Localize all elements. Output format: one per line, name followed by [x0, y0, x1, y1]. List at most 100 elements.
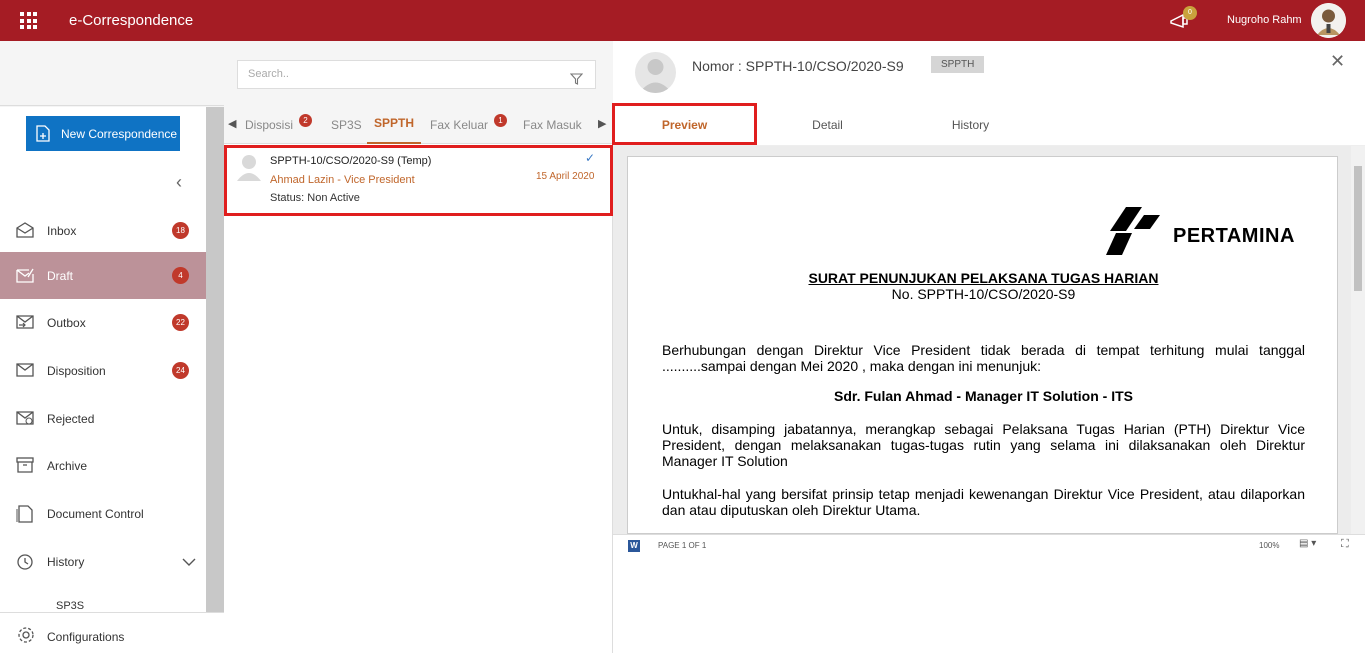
viewer-footer: W PAGE 1 OF 1 100% ▤ ▾ ⛶: [613, 534, 1365, 556]
zoom-level[interactable]: 100%: [1259, 541, 1279, 550]
tab-label: SP3S: [331, 118, 362, 132]
tab-detail[interactable]: Detail: [756, 104, 899, 144]
sidebar-item-document-control[interactable]: Document Control: [0, 490, 206, 537]
draft-count-badge: 4: [172, 267, 189, 284]
draft-icon: [16, 267, 34, 283]
archive-icon: [16, 457, 34, 473]
user-avatar[interactable]: [1311, 3, 1346, 38]
document-viewer[interactable]: PERTAMINA SURAT PENUNJUKAN PELAKSANA TUG…: [613, 146, 1365, 534]
sidebar-item-draft[interactable]: Draft 4: [0, 252, 206, 299]
item-title: SPPTH-10/CSO/2020-S9 (Temp): [270, 155, 432, 167]
outbox-count-badge: 22: [172, 314, 189, 331]
tab-disposisi[interactable]: Disposisi 2: [245, 104, 313, 144]
close-icon[interactable]: ✕: [1330, 51, 1345, 72]
detail-title: Nomor : SPPTH-10/CSO/2020-S9: [692, 58, 904, 74]
tab-sp3s[interactable]: SP3S: [331, 104, 362, 144]
sidebar-nav: New Correspondence ‹ Inbox 18 Draft 4 Ou…: [0, 107, 206, 653]
document-control-icon: [16, 505, 34, 523]
outbox-icon: [16, 314, 34, 330]
sidebar-item-label: History: [47, 554, 85, 569]
tab-label: Fax Keluar: [430, 118, 489, 132]
category-tabs: ◀ Disposisi 2 SP3S SPPTH Fax Keluar 1 Fax …: [224, 104, 613, 144]
view-mode-icon[interactable]: ▤ ▾: [1299, 538, 1316, 549]
viewer-scroll-thumb[interactable]: [1354, 166, 1362, 291]
item-status: Status: Non Active: [270, 192, 360, 204]
top-bar: e-Correspondence 0 Nugroho Rahm: [0, 0, 1365, 41]
configurations-label: Configurations: [47, 630, 125, 644]
sidebar-item-configurations[interactable]: Configurations: [0, 612, 224, 653]
document-page: PERTAMINA SURAT PENUNJUKAN PELAKSANA TUG…: [627, 156, 1338, 534]
sidebar: New Correspondence ‹ Inbox 18 Draft 4 Ou…: [0, 41, 224, 653]
tab-sppth[interactable]: SPPTH: [367, 104, 421, 144]
sidebar-item-label: Disposition: [47, 363, 106, 378]
user-name[interactable]: Nugroho Rahm: [1227, 14, 1302, 26]
new-correspondence-label: New Correspondence: [61, 126, 178, 141]
word-document-icon: W: [628, 540, 640, 552]
sidebar-item-label: Archive: [47, 458, 88, 473]
sidebar-subitem-sp3s[interactable]: SP3S: [56, 600, 84, 612]
sidebar-item-outbox[interactable]: Outbox 22: [0, 299, 206, 346]
document-number: No. SPPTH-10/CSO/2020-S9: [891, 286, 1076, 302]
tabs-scroll-left-icon[interactable]: ◀: [228, 117, 236, 130]
tab-fax-masuk[interactable]: Fax Masuk: [523, 104, 582, 144]
sidebar-item-label: Outbox: [47, 315, 86, 330]
logo-text: PERTAMINA: [1173, 225, 1295, 247]
detail-header: Nomor : SPPTH-10/CSO/2020-S9 SPPTH ✕: [613, 41, 1365, 104]
document-paragraph: Untuk, disamping jabatannya, merangkap s…: [662, 421, 1305, 469]
gear-icon: [17, 626, 35, 647]
app-title: e-Correspondence: [69, 12, 194, 29]
document-paragraph: Berhubungan dengan Direktur Vice Preside…: [662, 342, 1305, 374]
sidebar-item-archive[interactable]: Archive: [0, 442, 206, 489]
chevron-down-icon[interactable]: [182, 555, 196, 569]
tab-preview[interactable]: Preview: [612, 103, 757, 145]
inbox-count-badge: 18: [172, 222, 189, 239]
list-header: Search..: [224, 41, 613, 104]
tab-label: SPPTH: [373, 116, 414, 130]
sidebar-scrollbar[interactable]: [206, 107, 224, 612]
tab-badge: 1: [494, 114, 508, 127]
search-placeholder: Search..: [248, 68, 289, 80]
pertamina-logo-icon: [1106, 207, 1160, 255]
tab-history[interactable]: History: [899, 104, 1042, 144]
sidebar-item-disposition[interactable]: Disposition 24: [0, 347, 206, 394]
tab-fax-keluar[interactable]: Fax Keluar 1: [430, 104, 508, 144]
app-grid-icon[interactable]: [20, 12, 37, 29]
sender-avatar-icon: [236, 153, 262, 181]
disposition-count-badge: 24: [172, 362, 189, 379]
document-paragraph: Untukhal-hal yang bersifat prinsip tetap…: [662, 486, 1305, 518]
tab-badge: 2: [299, 114, 313, 127]
sidebar-collapse-icon[interactable]: ‹: [176, 172, 182, 193]
detail-panel: Nomor : SPPTH-10/CSO/2020-S9 SPPTH ✕ Pre…: [612, 41, 1365, 653]
detail-avatar-icon: [635, 52, 676, 93]
document-type-badge: SPPTH: [931, 56, 985, 73]
document-appointee: Sdr. Fulan Ahmad - Manager IT Solution -…: [834, 388, 1133, 404]
search-input[interactable]: Search..: [237, 60, 596, 89]
tab-label: Disposisi: [245, 118, 294, 132]
fullscreen-icon[interactable]: ⛶: [1341, 538, 1349, 551]
sidebar-item-label: Rejected: [47, 411, 95, 426]
correspondence-list-panel: Search.. ◀ Disposisi 2 SP3S SPPTH Fax Kel…: [224, 41, 613, 653]
filter-icon[interactable]: [569, 69, 584, 96]
sidebar-header: [0, 41, 224, 106]
tabs-scroll-right-icon[interactable]: ▶: [598, 117, 606, 130]
rejected-icon: [16, 410, 34, 426]
tab-label: Fax Masuk: [523, 118, 582, 132]
sidebar-item-history[interactable]: History: [0, 538, 206, 585]
checkmark-icon: ✓: [585, 151, 596, 165]
page-indicator: PAGE 1 OF 1: [658, 541, 707, 550]
notification-badge: 0: [1183, 6, 1197, 20]
sidebar-item-inbox[interactable]: Inbox 18: [0, 207, 206, 254]
disposition-icon: [16, 362, 34, 378]
list-item[interactable]: SPPTH-10/CSO/2020-S9 (Temp) Ahmad Lazin …: [224, 145, 613, 216]
notification-bell-icon[interactable]: 0: [1168, 6, 1197, 32]
history-icon: [16, 553, 34, 570]
item-date: 15 April 2020: [536, 171, 595, 182]
item-sender: Ahmad Lazin - Vice President: [270, 174, 415, 186]
sidebar-item-label: Draft: [47, 268, 74, 283]
sidebar-item-label: Inbox: [47, 223, 77, 238]
sidebar-item-rejected[interactable]: Rejected: [0, 395, 206, 442]
new-correspondence-button[interactable]: New Correspondence: [26, 116, 180, 151]
sidebar-item-label: Document Control: [47, 506, 144, 521]
new-document-icon: [36, 125, 50, 145]
inbox-icon: [16, 222, 34, 238]
